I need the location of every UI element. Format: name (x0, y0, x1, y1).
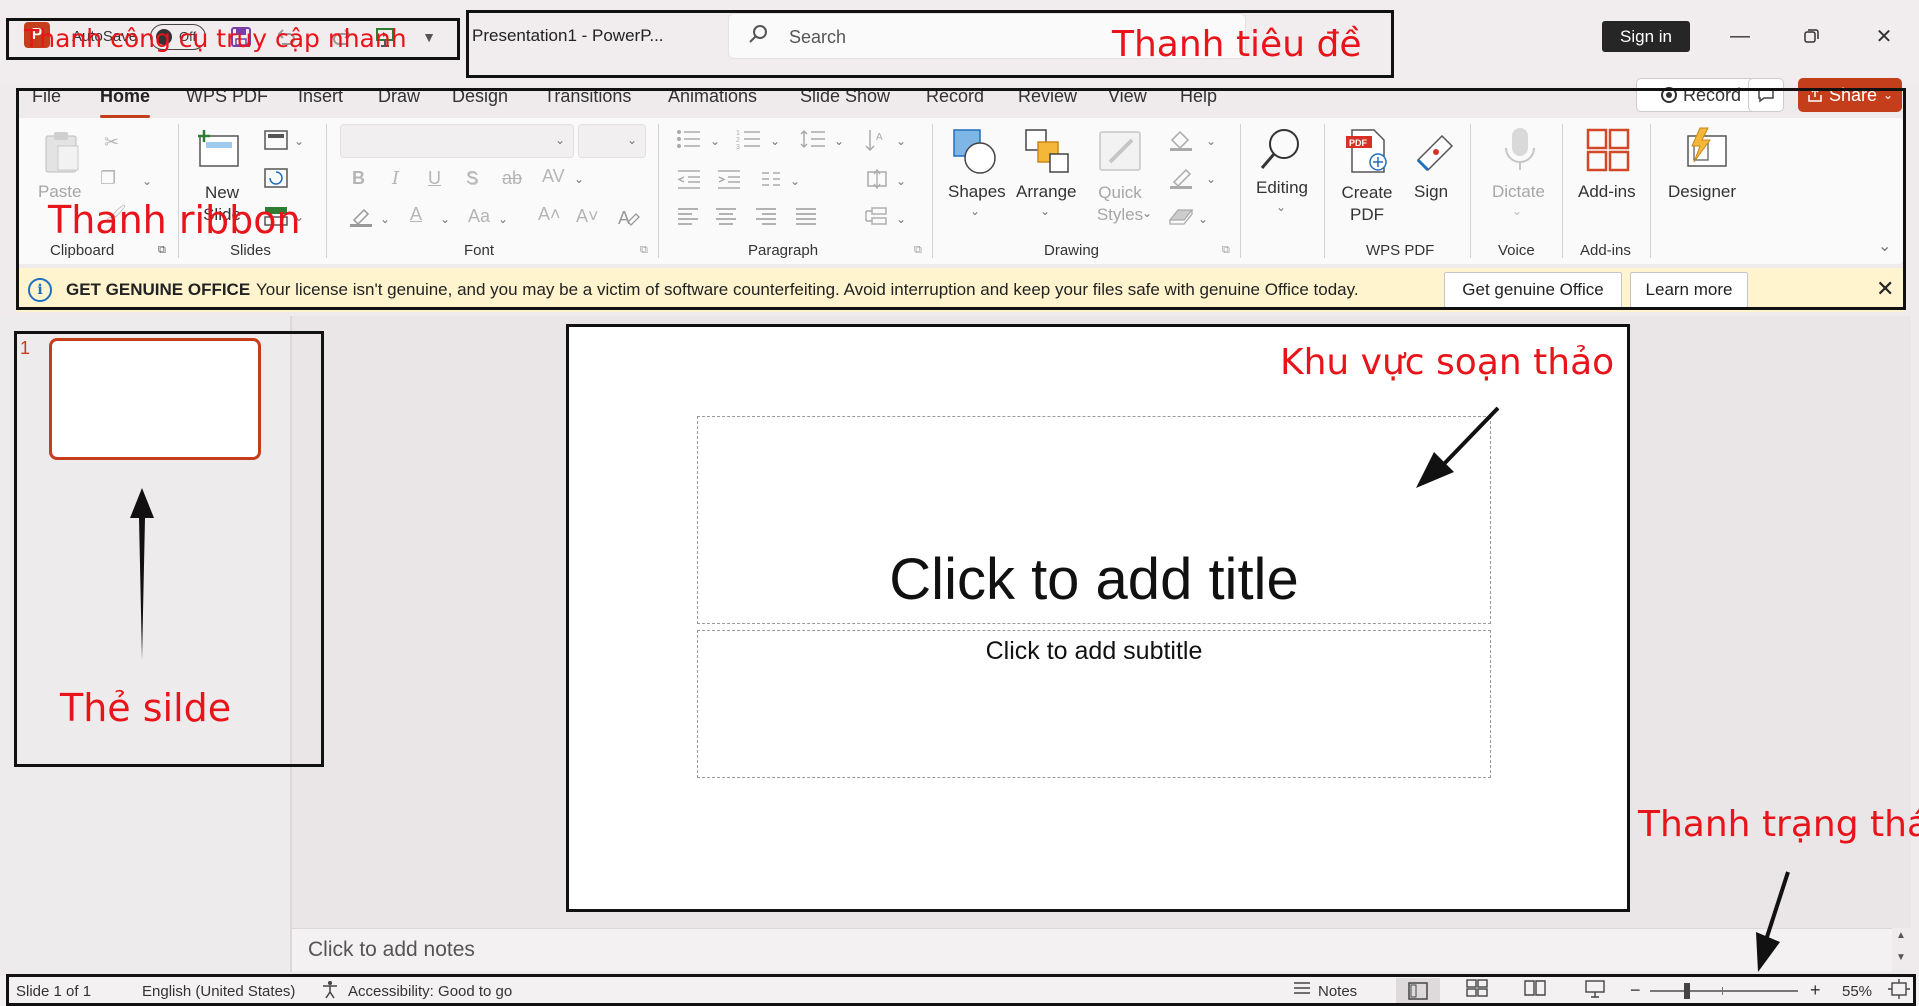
status-bar-annotation-label: Thanh trạng thái (1638, 804, 1919, 845)
slide-tab-annotation-label: Thẻ silde (60, 686, 232, 730)
editing-area-annotation-label: Khu vực soạn thảo (1280, 342, 1615, 383)
sign-in-button[interactable]: Sign in (1602, 21, 1690, 52)
status-bar-arrow (1752, 870, 1792, 979)
status-bar-annotation-box (6, 974, 1916, 1006)
notes-placeholder: Click to add notes (308, 938, 475, 961)
ribbon-annotation-label: Thanh ribbon (48, 198, 301, 242)
restore-icon[interactable] (1792, 20, 1832, 52)
scroll-down-icon[interactable]: ▼ (1896, 952, 1906, 963)
quick-access-annotation-label: Thanh công cụ truy cập nhanh (24, 24, 407, 53)
vertical-scrollbar[interactable]: ▲ ▼ (1892, 928, 1912, 972)
editing-area-arrow (1412, 404, 1502, 499)
minimize-icon[interactable]: — (1720, 20, 1760, 52)
slide-tab-arrow (126, 484, 158, 669)
title-bar-annotation-label: Thanh tiêu đề (1112, 24, 1362, 65)
close-window-icon[interactable]: ✕ (1864, 20, 1904, 52)
notes-pane[interactable] (292, 928, 1892, 972)
scroll-up-icon[interactable]: ▲ (1896, 930, 1906, 941)
